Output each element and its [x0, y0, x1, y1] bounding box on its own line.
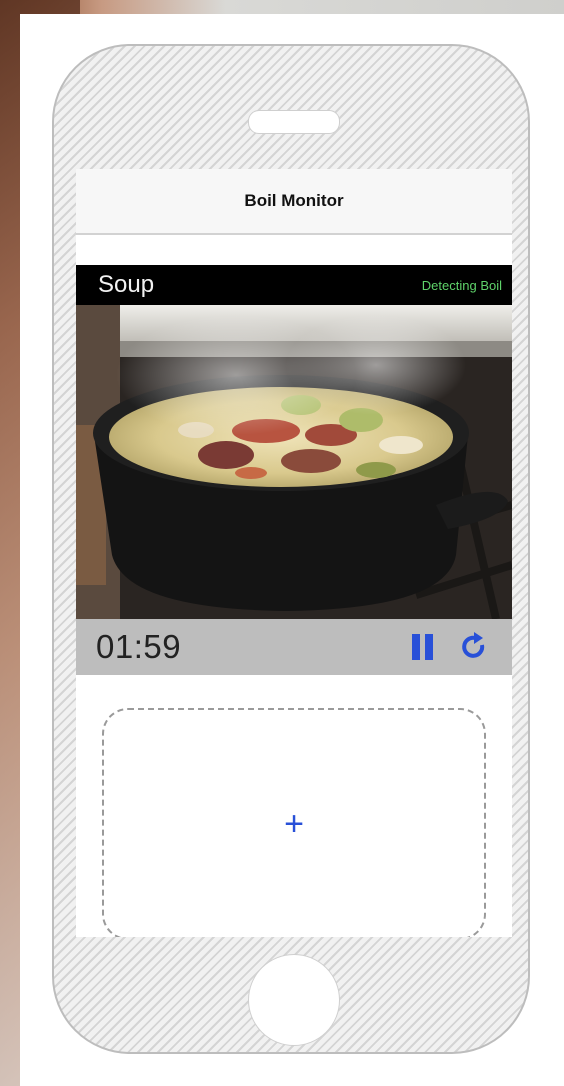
pause-button[interactable]	[408, 630, 438, 664]
app-screen: Boil Monitor Soup Detecting Boil 01:59 +	[76, 169, 512, 937]
navigation-bar: Boil Monitor	[76, 169, 512, 235]
plus-icon: +	[284, 805, 304, 843]
home-button	[248, 954, 340, 1046]
restart-icon	[462, 632, 485, 658]
pot-image	[76, 305, 512, 619]
pause-icon	[412, 634, 433, 660]
timer-display: 01:59	[96, 628, 182, 665]
restart-button[interactable]	[460, 630, 490, 664]
video-header: Soup Detecting Boil	[76, 265, 512, 305]
monitor-name: Soup	[98, 271, 155, 298]
speaker-slot	[248, 110, 340, 134]
video-panel[interactable]: Soup Detecting Boil	[76, 265, 512, 619]
timer-controls-bar: 01:59	[76, 619, 512, 675]
status-label: Detecting Boil	[421, 277, 502, 293]
page-title: Boil Monitor	[244, 191, 344, 210]
camera-feed	[76, 305, 512, 619]
add-monitor-button[interactable]: +	[102, 708, 486, 937]
phone-frame: Boil Monitor Soup Detecting Boil 01:59 +	[52, 44, 530, 1054]
